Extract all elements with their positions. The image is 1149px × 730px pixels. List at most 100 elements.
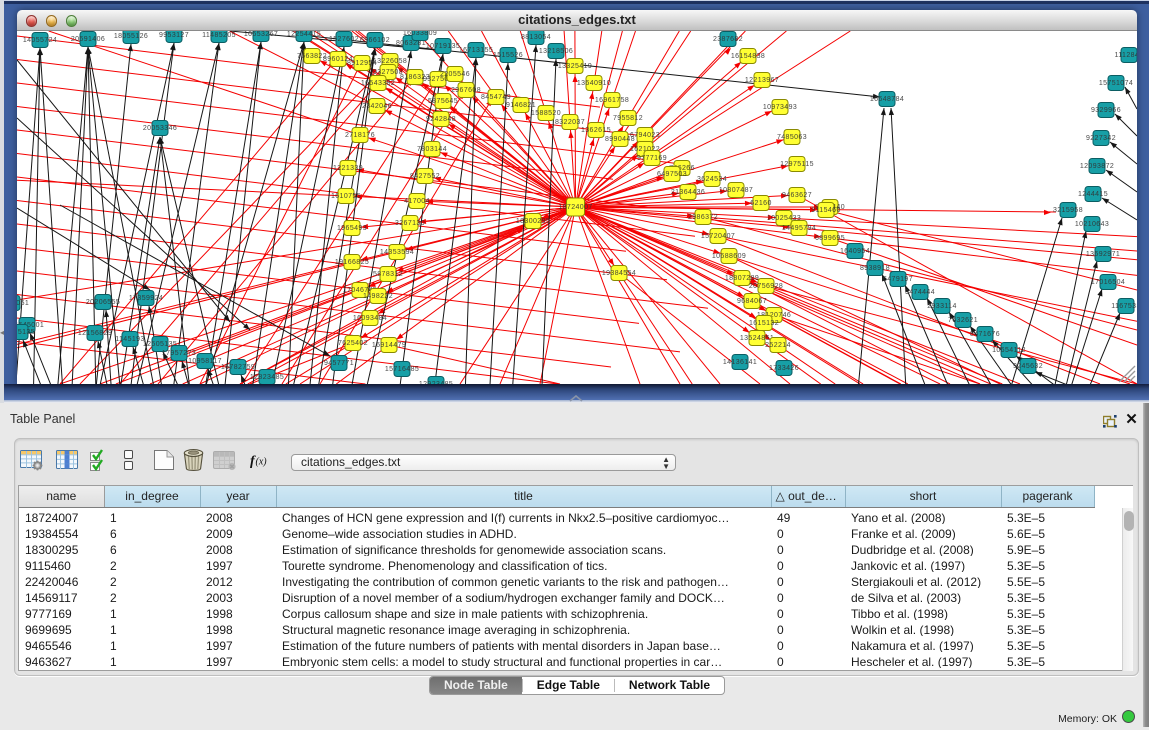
svg-text:9245632: 9245632 — [1013, 363, 1043, 370]
svg-text:3915135: 3915135 — [17, 329, 35, 336]
svg-text:18300295: 18300295 — [516, 218, 550, 225]
svg-text:20053346: 20053346 — [143, 125, 177, 132]
svg-text:7485063: 7485063 — [777, 134, 807, 141]
svg-text:12093872: 12093872 — [1080, 163, 1114, 170]
svg-text:1498222: 1498222 — [363, 293, 393, 300]
svg-text:1112845: 1112845 — [1114, 52, 1137, 59]
svg-text:(x): (x) — [256, 457, 268, 468]
svg-text:7803144: 7803144 — [417, 146, 447, 153]
svg-text:11485205: 11485205 — [202, 32, 236, 39]
svg-text:13524851: 13524851 — [740, 335, 774, 342]
svg-text:1615132: 1615132 — [749, 320, 779, 327]
svg-text:20206555: 20206555 — [86, 299, 120, 306]
svg-text:12923485: 12923485 — [419, 381, 453, 384]
svg-text:6899695: 6899695 — [815, 235, 845, 242]
svg-text:252214: 252214 — [765, 342, 791, 349]
svg-text:16154838: 16154838 — [731, 53, 765, 60]
svg-text:5875645: 5875645 — [428, 98, 458, 105]
svg-text:13226058: 13226058 — [373, 58, 407, 65]
svg-text:9684067: 9684067 — [737, 298, 767, 305]
svg-text:8063281: 8063281 — [396, 40, 426, 47]
svg-text:9227342: 9227342 — [1086, 135, 1116, 142]
svg-text:9242848: 9242848 — [426, 116, 456, 123]
svg-text:6794023: 6794023 — [630, 132, 660, 139]
svg-text:16782759: 16782759 — [221, 364, 255, 371]
svg-text:13218506: 13218506 — [539, 48, 573, 55]
svg-text:2933114: 2933114 — [927, 303, 957, 310]
svg-text:20691406: 20691406 — [71, 36, 105, 43]
svg-text:21364436: 21364436 — [671, 189, 705, 196]
svg-text:1145193: 1145193 — [115, 336, 145, 343]
svg-text:1588520: 1588520 — [531, 110, 561, 117]
svg-text:12213967: 12213967 — [745, 77, 779, 84]
svg-text:417004: 417004 — [404, 198, 430, 205]
svg-text:1515526: 1515526 — [493, 52, 523, 59]
svg-text:16961758: 16961758 — [595, 97, 629, 104]
svg-text:14136141: 14136141 — [723, 359, 757, 366]
svg-text:18055126: 18055126 — [114, 33, 148, 40]
svg-text:9953127: 9953127 — [159, 32, 189, 39]
svg-text:1610755: 1610755 — [331, 193, 361, 200]
svg-text:7955812: 7955812 — [613, 115, 643, 122]
svg-text:9327508: 9327508 — [373, 69, 403, 76]
svg-text:16914479: 16914479 — [372, 342, 406, 349]
svg-text:10719135: 10719135 — [426, 43, 460, 50]
svg-text:16093484: 16093484 — [353, 315, 387, 322]
svg-text:1733426: 1733426 — [769, 365, 799, 372]
svg-text:6479197: 6479197 — [883, 276, 913, 283]
svg-text:16543382: 16543382 — [361, 80, 395, 87]
svg-text:12823485: 12823485 — [250, 374, 284, 381]
svg-text:1640954: 1640954 — [840, 248, 870, 255]
svg-text:9329966: 9329966 — [1091, 107, 1121, 114]
svg-text:14353594: 14353594 — [380, 249, 414, 256]
svg-text:13325419: 13325419 — [558, 63, 592, 70]
svg-text:17359924: 17359924 — [129, 295, 163, 302]
svg-text:15751074: 15751074 — [1099, 80, 1133, 87]
svg-text:10958117: 10958117 — [188, 358, 222, 365]
svg-text:1244415: 1244415 — [1078, 191, 1108, 198]
svg-text:17957273: 17957273 — [162, 350, 196, 357]
svg-text:1527602: 1527602 — [329, 36, 359, 43]
svg-text:16648784: 16648784 — [870, 96, 904, 103]
svg-text:10653267: 10653267 — [244, 31, 278, 38]
svg-text:2967608: 2967608 — [451, 87, 481, 94]
svg-text:19384554: 19384554 — [602, 270, 636, 277]
svg-text:2205546: 2205546 — [440, 71, 470, 78]
svg-text:12156829: 12156829 — [78, 330, 112, 337]
svg-text:15720407: 15720407 — [701, 233, 735, 240]
svg-text:8471676: 8471676 — [970, 331, 1000, 338]
svg-text:3267130: 3267130 — [395, 220, 425, 227]
svg-text:2387682: 2387682 — [713, 36, 743, 43]
svg-text:10654112: 10654112 — [992, 347, 1026, 354]
svg-text:2986372: 2986372 — [688, 214, 718, 221]
svg-text:10210643: 10210643 — [1075, 221, 1109, 228]
svg-text:8454749: 8454749 — [481, 94, 511, 101]
svg-text:6497503: 6497503 — [657, 171, 687, 178]
svg-text:8322037: 8322037 — [555, 119, 585, 126]
svg-text:6966102: 6966102 — [360, 37, 390, 44]
svg-text:7625402: 7625402 — [338, 340, 368, 347]
svg-text:20756928: 20756928 — [749, 283, 783, 290]
svg-text:12975115: 12975115 — [780, 161, 814, 168]
svg-text:1167533: 1167533 — [1111, 303, 1137, 310]
svg-text:9115460: 9115460 — [811, 207, 841, 214]
svg-text:17065051: 17065051 — [17, 300, 29, 307]
svg-text:13640910: 13640910 — [577, 80, 611, 87]
svg-text:9777169: 9777169 — [637, 155, 667, 162]
svg-text:1221339: 1221339 — [333, 165, 363, 172]
svg-text:10688609: 10688609 — [712, 253, 746, 260]
svg-text:5878312: 5878312 — [373, 271, 403, 278]
svg-text:10807487: 10807487 — [719, 187, 753, 194]
svg-text:8938918: 8938918 — [860, 265, 890, 272]
svg-text:2342046: 2342046 — [362, 103, 392, 110]
svg-text:16033809: 16033809 — [403, 31, 437, 37]
svg-text:9457771: 9457771 — [324, 360, 354, 367]
svg-text:8813054: 8813054 — [521, 34, 551, 41]
svg-text:9463627: 9463627 — [782, 192, 812, 199]
svg-text:9474444: 9474444 — [905, 289, 935, 296]
svg-text:9146821: 9146821 — [506, 102, 536, 109]
svg-text:15716485: 15716485 — [385, 366, 419, 373]
svg-text:2718176: 2718176 — [345, 132, 375, 139]
svg-text:7632621: 7632621 — [948, 317, 978, 324]
svg-text:1965493: 1965493 — [337, 225, 367, 232]
